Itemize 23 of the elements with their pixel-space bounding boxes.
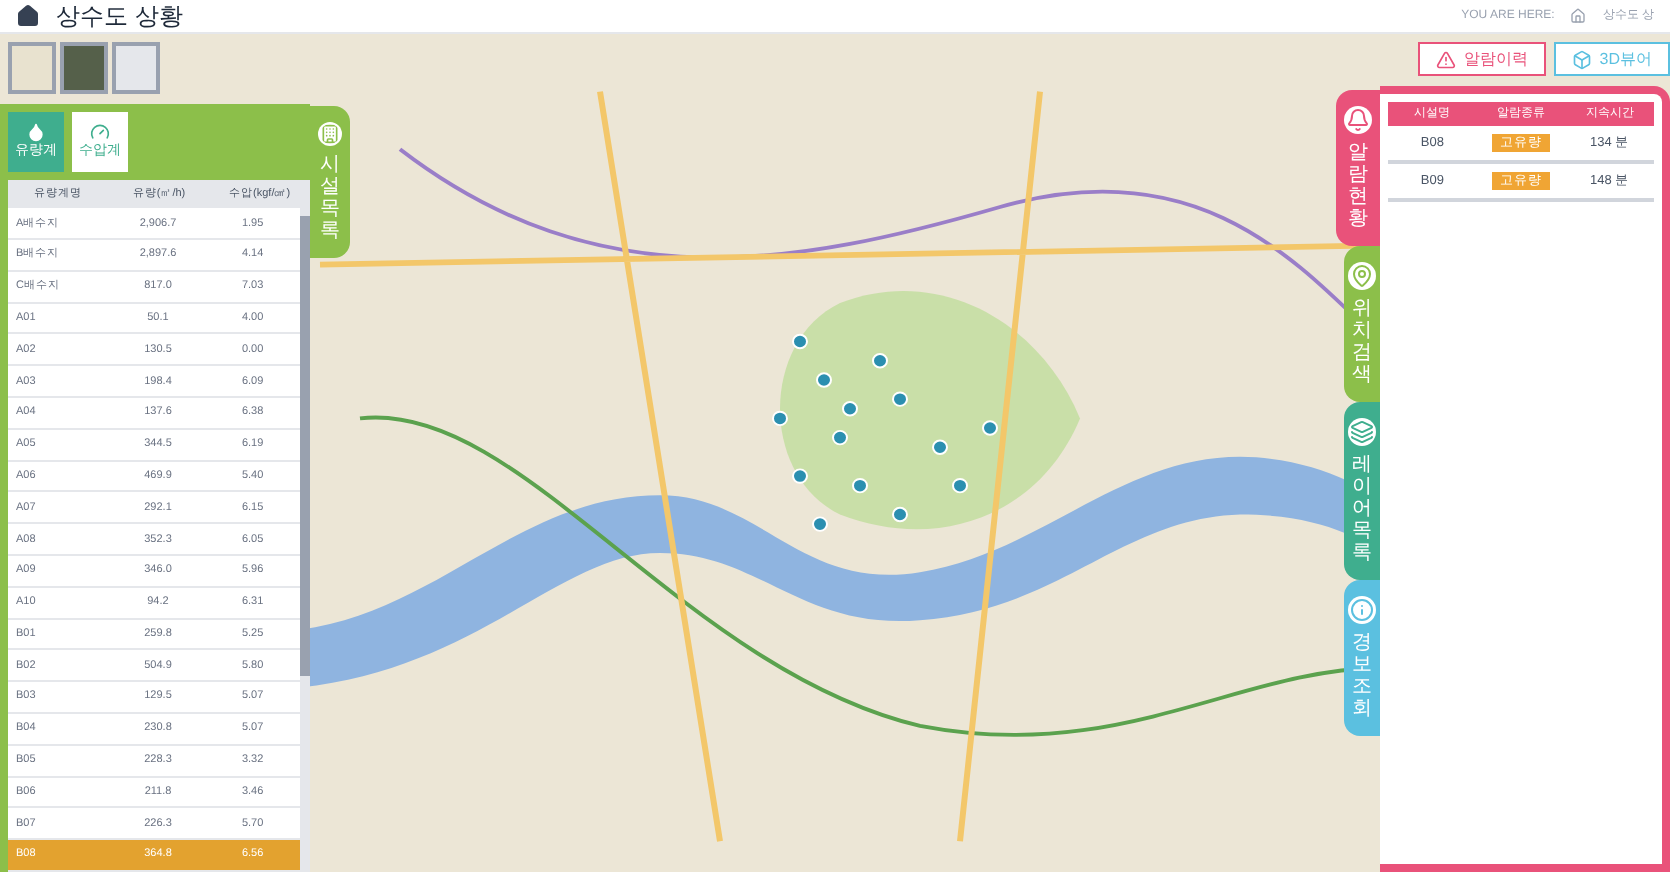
- tab-label: 경보조회: [1352, 632, 1372, 720]
- building-icon: [318, 122, 342, 146]
- layers-icon: [1350, 420, 1374, 444]
- page-title: 상수도 상황: [56, 0, 183, 34]
- info-icon: [1350, 598, 1374, 622]
- map-layer-thumbnail[interactable]: [8, 42, 56, 94]
- warning-icon: [1435, 49, 1456, 69]
- cube-icon: [1571, 49, 1592, 69]
- side-tab[interactable]: 레이어목록: [1344, 402, 1380, 580]
- side-tab[interactable]: 알람현황: [1336, 90, 1380, 246]
- alarm-history-button[interactable]: 알람이력: [1417, 42, 1546, 76]
- pin-icon: [1350, 264, 1374, 288]
- home-icon[interactable]: [16, 4, 40, 28]
- tab-label: 알람현황: [1348, 142, 1368, 230]
- map-layer-thumbnail[interactable]: [112, 42, 160, 94]
- tab-label: 시설목록: [320, 154, 340, 242]
- tab-label: 레이어목록: [1352, 454, 1372, 564]
- droplet-icon: [26, 122, 46, 143]
- scrollbar[interactable]: [300, 208, 310, 872]
- gauge-icon: [90, 122, 110, 143]
- bell-icon: [1346, 108, 1370, 132]
- map-layer-thumbnail[interactable]: [60, 42, 108, 94]
- tab-label: 위치검색: [1352, 298, 1372, 386]
